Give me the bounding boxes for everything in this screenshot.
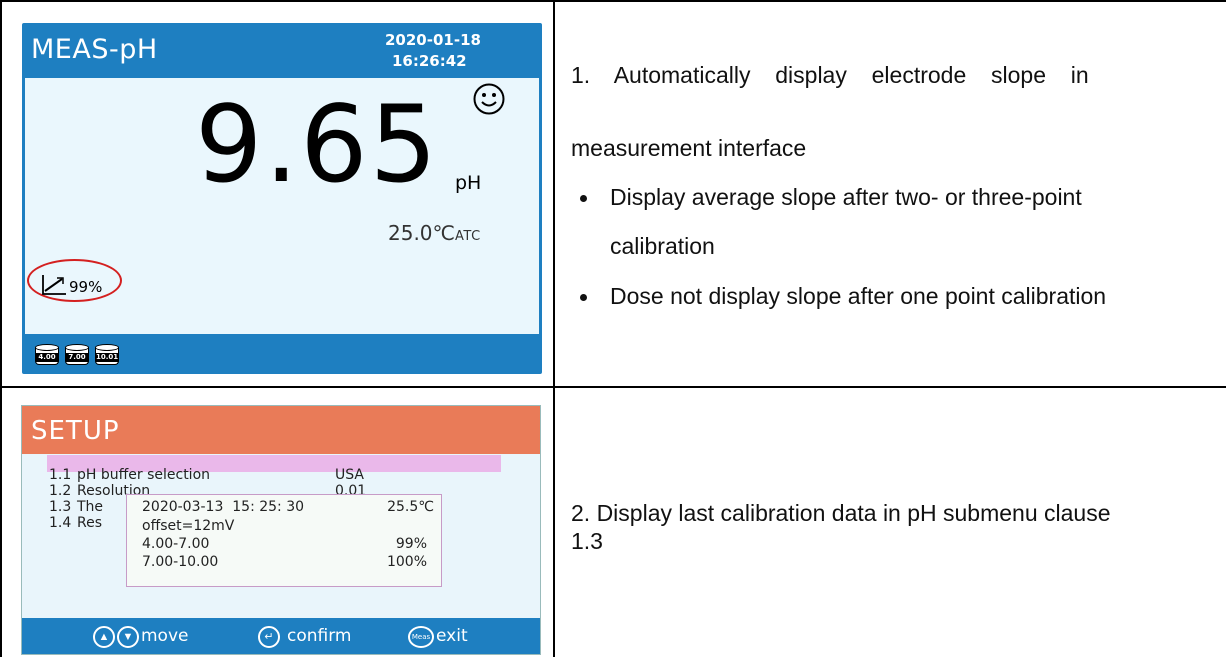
move-label: move [141, 626, 189, 646]
table-border-left [0, 0, 2, 657]
meas-screen: MEAS-pH 2020-01-18 16:26:42 9.65 pH 25.0… [22, 23, 542, 374]
bullet-icon [580, 195, 587, 202]
enter-icon[interactable]: ↵ [258, 626, 280, 648]
setup-footer: ▲ ▼ move ↵ confirm Meas exit [22, 618, 540, 654]
buffer-label: 10.01 [96, 353, 119, 362]
menu-item-number: 1.4 [49, 515, 72, 531]
popup-slope: 100% [386, 554, 427, 570]
item1-heading-line1: 1. Automatically display electrode slope… [571, 62, 1089, 88]
meas-key-icon[interactable]: Meas [408, 626, 434, 648]
meas-body: 9.65 pH 25.0℃ATC 99% [25, 78, 539, 334]
temperature-value: 25.0℃ [388, 221, 455, 245]
popup-offset: offset=12mV [142, 518, 235, 534]
buffer-bottle-icon: 4.00 [35, 344, 59, 366]
menu-item-value: USA [335, 467, 364, 483]
buffer-bar: 4.00 7.00 10.01 [22, 334, 542, 374]
slope-icon [42, 275, 66, 295]
slope-value: 99% [69, 278, 103, 296]
up-arrow-icon[interactable]: ▲ [93, 626, 115, 648]
table-border-top [0, 0, 1226, 2]
calibration-popup: 2020-03-13 15: 25: 30 25.5℃ offset=12mV … [126, 494, 442, 587]
ph-unit: pH [455, 172, 482, 194]
popup-slope: 99% [395, 536, 427, 552]
popup-range: 4.00-7.00 [142, 536, 210, 552]
down-arrow-icon[interactable]: ▼ [117, 626, 139, 648]
menu-item-label: The [77, 499, 104, 515]
buffer-bottle-icon: 7.00 [65, 344, 89, 366]
document-table: MEAS-pH 2020-01-18 16:26:42 9.65 pH 25.0… [0, 0, 1226, 657]
buffer-label: 4.00 [36, 353, 58, 362]
temperature-mode: ATC [455, 229, 481, 244]
menu-item[interactable]: 1.1 pH buffer selection USA [22, 467, 540, 484]
meas-title: MEAS-pH [31, 34, 158, 65]
setup-header: SETUP [22, 406, 540, 454]
menu-item-number: 1.1 [49, 467, 72, 483]
table-divider-vertical [553, 0, 555, 657]
item2-line1: 2. Display last calibration data in pH s… [571, 500, 1111, 526]
menu-item-number: 1.2 [49, 483, 72, 499]
item1-bullet2: Dose not display slope after one point c… [610, 283, 1107, 309]
meas-time: 16:26:42 [392, 52, 467, 70]
table-divider-horizontal [0, 386, 1226, 388]
exit-label: exit [436, 626, 468, 646]
buffer-label: 7.00 [66, 353, 88, 362]
buffer-bottle-icon: 10.01 [95, 344, 119, 366]
popup-timestamp: 2020-03-13 15: 25: 30 [142, 499, 305, 515]
popup-temperature: 25.5℃ [387, 499, 434, 515]
item2-line2: 1.3 [571, 528, 603, 554]
meas-header: MEAS-pH 2020-01-18 16:26:42 [22, 23, 542, 77]
temperature-reading: 25.0℃ATC [388, 221, 481, 245]
bullet-icon [580, 294, 587, 301]
menu-item-label: Res [77, 515, 103, 531]
popup-range: 7.00-10.00 [142, 554, 219, 570]
item1-bullet1-line1: Display average slope after two- or thre… [610, 184, 1082, 210]
menu-item-number: 1.3 [49, 499, 72, 515]
setup-screen: SETUP 1.1 pH buffer selection USA 1.2 Re… [21, 405, 541, 655]
menu-item-label: pH buffer selection [77, 467, 211, 483]
meas-date: 2020-01-18 [385, 31, 481, 49]
item1-heading-line2: measurement interface [571, 135, 807, 161]
smiley-icon [473, 83, 505, 115]
ph-reading: 9.65 [195, 83, 440, 206]
confirm-label: confirm [287, 626, 352, 646]
setup-title: SETUP [31, 416, 120, 446]
item1-bullet1-line2: calibration [610, 233, 715, 259]
